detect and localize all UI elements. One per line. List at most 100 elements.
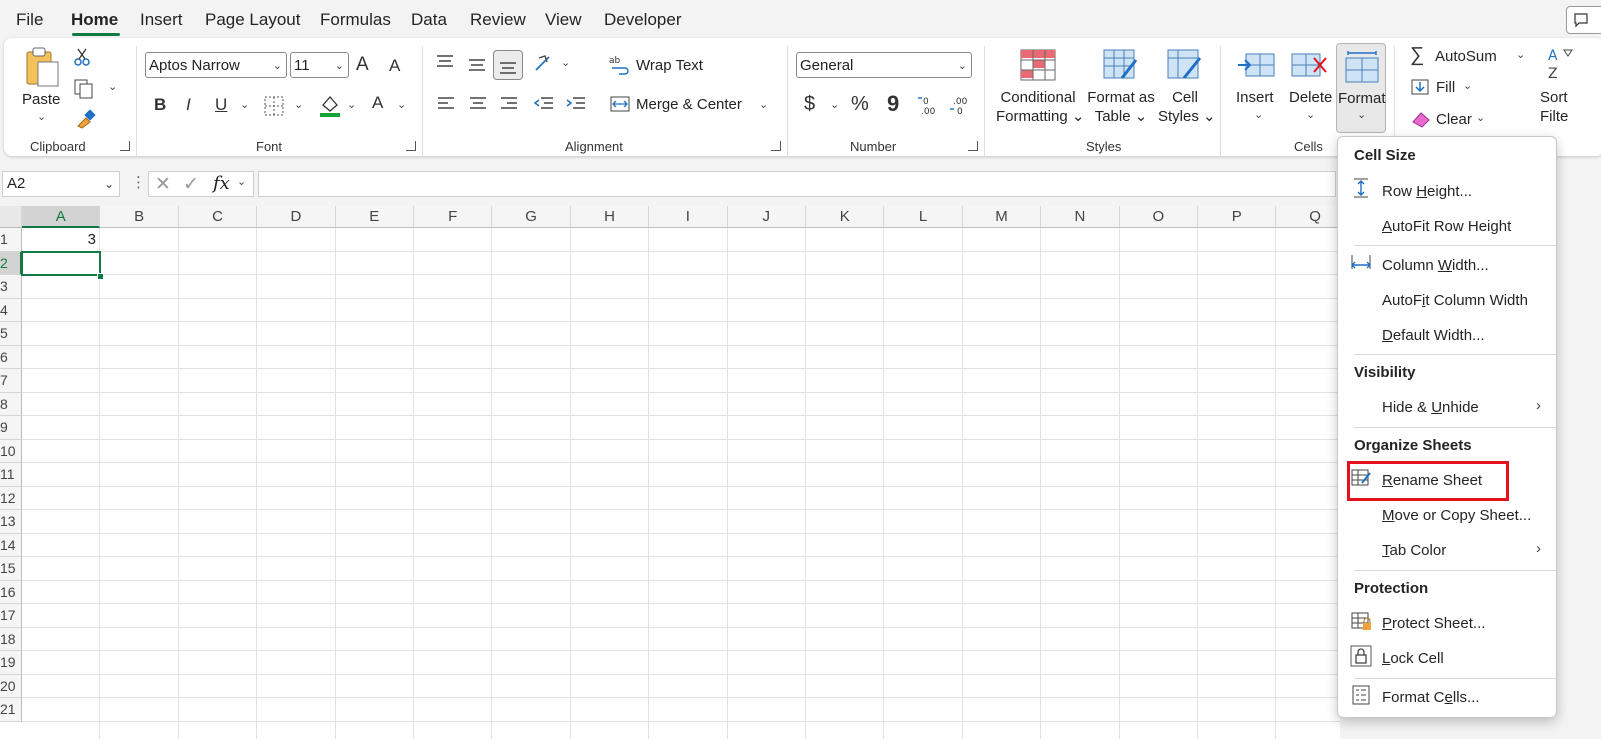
row-header[interactable]: 8: [0, 392, 22, 416]
underline-dropdown-icon[interactable]: ⌄: [240, 98, 249, 111]
currency-dropdown-icon[interactable]: ⌄: [830, 98, 839, 111]
font-size-select[interactable]: 11 ⌄: [290, 52, 349, 78]
wrap-text-button[interactable]: Wrap Text: [636, 57, 703, 74]
row-header[interactable]: 13: [0, 510, 22, 534]
sort-filter-button[interactable]: Sort Filte: [1540, 88, 1568, 126]
font-launcher-icon[interactable]: [406, 141, 416, 151]
tab-insert[interactable]: Insert: [140, 10, 183, 30]
column-header[interactable]: K: [806, 206, 885, 228]
row-header[interactable]: 4: [0, 298, 22, 322]
align-bottom-button[interactable]: [493, 50, 523, 80]
insert-function-button[interactable]: fx: [213, 173, 230, 194]
column-header[interactable]: O: [1119, 206, 1198, 228]
row-header[interactable]: 16: [0, 580, 22, 604]
merge-dropdown-icon[interactable]: ⌄: [759, 98, 768, 111]
font-color-dropdown-icon[interactable]: ⌄: [397, 98, 406, 111]
row-header[interactable]: 6: [0, 345, 22, 369]
autosum-button[interactable]: AutoSum: [1435, 48, 1497, 65]
borders-dropdown-icon[interactable]: ⌄: [294, 98, 303, 111]
paste-dropdown-icon[interactable]: ⌄: [37, 110, 46, 123]
menu-format-cells[interactable]: Format Cells...: [1382, 689, 1480, 706]
clear-dropdown-icon[interactable]: ⌄: [1476, 111, 1485, 124]
cancel-icon[interactable]: ✕: [155, 173, 171, 196]
bold-button[interactable]: B: [154, 95, 166, 115]
copy-icon[interactable]: [72, 78, 96, 100]
row-header[interactable]: 19: [0, 651, 22, 675]
column-header[interactable]: L: [884, 206, 963, 228]
merge-center-button[interactable]: Merge & Center: [636, 96, 742, 113]
menu-move-copy-sheet[interactable]: Move or Copy Sheet...: [1382, 507, 1531, 524]
orientation-dropdown-icon[interactable]: ⌄: [561, 56, 570, 69]
tab-page-layout[interactable]: Page Layout: [205, 10, 300, 30]
tab-developer[interactable]: Developer: [604, 10, 682, 30]
cut-icon[interactable]: [72, 47, 92, 67]
name-box[interactable]: A2 ⌄: [2, 171, 120, 197]
worksheet-grid[interactable]: ABCDEFGHIJKLMNOPQ 1 2 3 4 5 6 7 8 9 10 11 12 13 14 15 1…: [0, 206, 1340, 739]
tab-formulas[interactable]: Formulas: [320, 10, 391, 30]
increase-indent-icon[interactable]: [565, 95, 587, 113]
conditional-formatting-button[interactable]: Conditional Formatting ⌄: [996, 88, 1084, 126]
wrap-text-icon[interactable]: ab: [609, 54, 631, 76]
more-options-icon[interactable]: ⋮: [131, 173, 146, 191]
insert-cells-button[interactable]: Insert: [1236, 88, 1274, 107]
menu-lock-cell[interactable]: Lock Cell: [1382, 650, 1444, 667]
delete-cells-button[interactable]: Delete: [1289, 88, 1332, 107]
column-header[interactable]: A: [22, 206, 101, 228]
number-format-select[interactable]: General ⌄: [796, 52, 972, 78]
column-header[interactable]: C: [178, 206, 258, 228]
tab-view[interactable]: View: [545, 10, 582, 30]
number-launcher-icon[interactable]: [968, 141, 978, 151]
row-header[interactable]: 10: [0, 439, 22, 463]
currency-button[interactable]: $: [804, 93, 815, 116]
cell-a1[interactable]: 3: [22, 228, 100, 251]
align-top-icon[interactable]: [435, 53, 455, 71]
comments-button[interactable]: [1566, 6, 1601, 34]
font-family-select[interactable]: Aptos Narrow ⌄: [145, 52, 287, 78]
row-header[interactable]: 2: [0, 251, 22, 275]
column-header[interactable]: M: [962, 206, 1042, 228]
percent-button[interactable]: %: [851, 93, 869, 116]
fill-handle[interactable]: [97, 273, 104, 280]
borders-icon[interactable]: [263, 95, 285, 117]
increase-decimal-icon[interactable]: 0.00: [917, 94, 941, 116]
align-center-icon[interactable]: [468, 95, 488, 113]
align-left-icon[interactable]: [436, 95, 456, 113]
menu-protect-sheet[interactable]: Protect Sheet...: [1382, 615, 1485, 632]
clear-button[interactable]: Clear: [1436, 111, 1472, 128]
formula-input[interactable]: [258, 171, 1336, 197]
align-middle-icon[interactable]: [467, 56, 487, 74]
orientation-icon[interactable]: [533, 52, 557, 74]
italic-button[interactable]: I: [186, 95, 191, 115]
fill-dropdown-icon[interactable]: ⌄: [1463, 79, 1472, 92]
tab-file[interactable]: File: [16, 10, 43, 30]
column-header[interactable]: E: [335, 206, 414, 228]
column-header[interactable]: H: [570, 206, 650, 228]
format-painter-icon[interactable]: [74, 108, 98, 130]
row-header[interactable]: 18: [0, 627, 22, 651]
row-header[interactable]: 15: [0, 557, 22, 581]
column-header[interactable]: P: [1198, 206, 1277, 228]
copy-dropdown-icon[interactable]: ⌄: [108, 80, 117, 93]
column-header[interactable]: Q: [1276, 206, 1340, 228]
row-header[interactable]: 5: [0, 322, 22, 346]
tab-review[interactable]: Review: [470, 10, 526, 30]
alignment-launcher-icon[interactable]: [771, 141, 781, 151]
menu-hide-unhide[interactable]: Hide & Unhide: [1382, 399, 1479, 416]
column-header[interactable]: B: [100, 206, 179, 228]
underline-button[interactable]: U: [215, 95, 227, 115]
column-header[interactable]: I: [649, 206, 728, 228]
cell-styles-button[interactable]: Cell Styles ⌄: [1158, 88, 1216, 126]
row-header[interactable]: 9: [0, 416, 22, 440]
align-right-icon[interactable]: [499, 95, 519, 113]
format-as-table-button[interactable]: Format as Table ⌄: [1084, 88, 1158, 126]
decrease-decimal-icon[interactable]: .000: [949, 94, 973, 116]
row-header[interactable]: 12: [0, 486, 22, 510]
clipboard-launcher-icon[interactable]: [120, 141, 130, 151]
tab-data[interactable]: Data: [411, 10, 447, 30]
column-header[interactable]: F: [414, 206, 493, 228]
row-header[interactable]: 7: [0, 369, 22, 393]
row-header[interactable]: 17: [0, 604, 22, 628]
row-header[interactable]: 1: [0, 228, 22, 252]
column-header[interactable]: N: [1041, 206, 1120, 228]
fill-color-icon[interactable]: [318, 93, 342, 119]
